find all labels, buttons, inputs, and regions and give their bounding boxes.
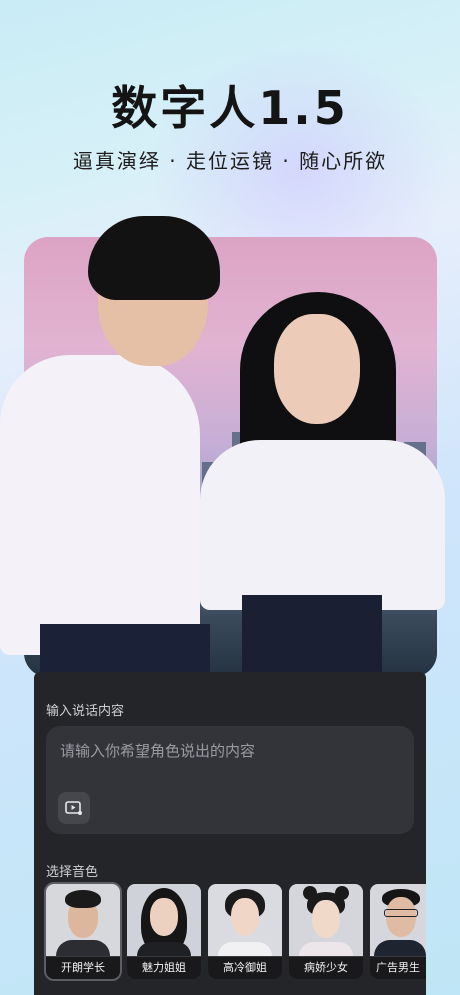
- voice-option[interactable]: 广告男生: [370, 884, 426, 979]
- voice-avatar: [208, 884, 282, 956]
- avatar-body: [374, 940, 426, 956]
- voice-section-label: 选择音色: [46, 865, 99, 880]
- voice-option-label: 广告男生: [370, 957, 426, 979]
- voice-avatar: [46, 884, 120, 956]
- avatar-face: [386, 897, 416, 937]
- voice-option[interactable]: 病娇少女: [289, 884, 363, 979]
- input-panel: 输入说话内容 请输入你希望角色说出的内容 选择音色 开朗学长 魅力姐姐 高冷御姐…: [34, 672, 426, 995]
- boy-shirt: [0, 355, 200, 655]
- voice-option[interactable]: 开朗学长: [44, 882, 122, 981]
- voice-option-label: 病娇少女: [289, 957, 363, 979]
- input-section-label: 输入说话内容: [46, 704, 125, 719]
- hero-subtitle: 逼真演绎 · 走位运镜 · 随心所欲: [72, 149, 388, 173]
- girl-face: [274, 314, 360, 424]
- avatar-face: [150, 898, 178, 936]
- avatar-hair: [65, 890, 101, 908]
- avatar-body: [218, 942, 272, 956]
- avatar-face: [231, 898, 259, 936]
- girl-shirt: [200, 440, 445, 610]
- voice-avatar: [289, 884, 363, 956]
- glasses-icon: [384, 909, 418, 917]
- video-music-icon: [65, 801, 82, 815]
- voice-option-label: 魅力姐姐: [127, 957, 201, 979]
- avatar-body: [137, 942, 191, 956]
- speech-text-input[interactable]: 请输入你希望角色说出的内容: [46, 726, 414, 834]
- voice-option-label: 高冷御姐: [208, 957, 282, 979]
- avatar-face: [312, 900, 340, 938]
- voice-avatar: [370, 884, 426, 956]
- voice-list: 开朗学长 魅力姐姐 高冷御姐 病娇少女 广告男生: [34, 882, 426, 984]
- add-video-button[interactable]: [58, 792, 90, 824]
- voice-option-label: 开朗学长: [46, 957, 120, 979]
- hero-title: 数字人1.5: [111, 81, 349, 135]
- speech-input-placeholder: 请输入你希望角色说出的内容: [60, 742, 256, 760]
- boy-hair: [88, 216, 220, 300]
- voice-option[interactable]: 魅力姐姐: [127, 884, 201, 979]
- voice-avatar: [127, 884, 201, 956]
- avatar-body: [56, 940, 110, 956]
- avatar-body: [299, 942, 353, 956]
- voice-option[interactable]: 高冷御姐: [208, 884, 282, 979]
